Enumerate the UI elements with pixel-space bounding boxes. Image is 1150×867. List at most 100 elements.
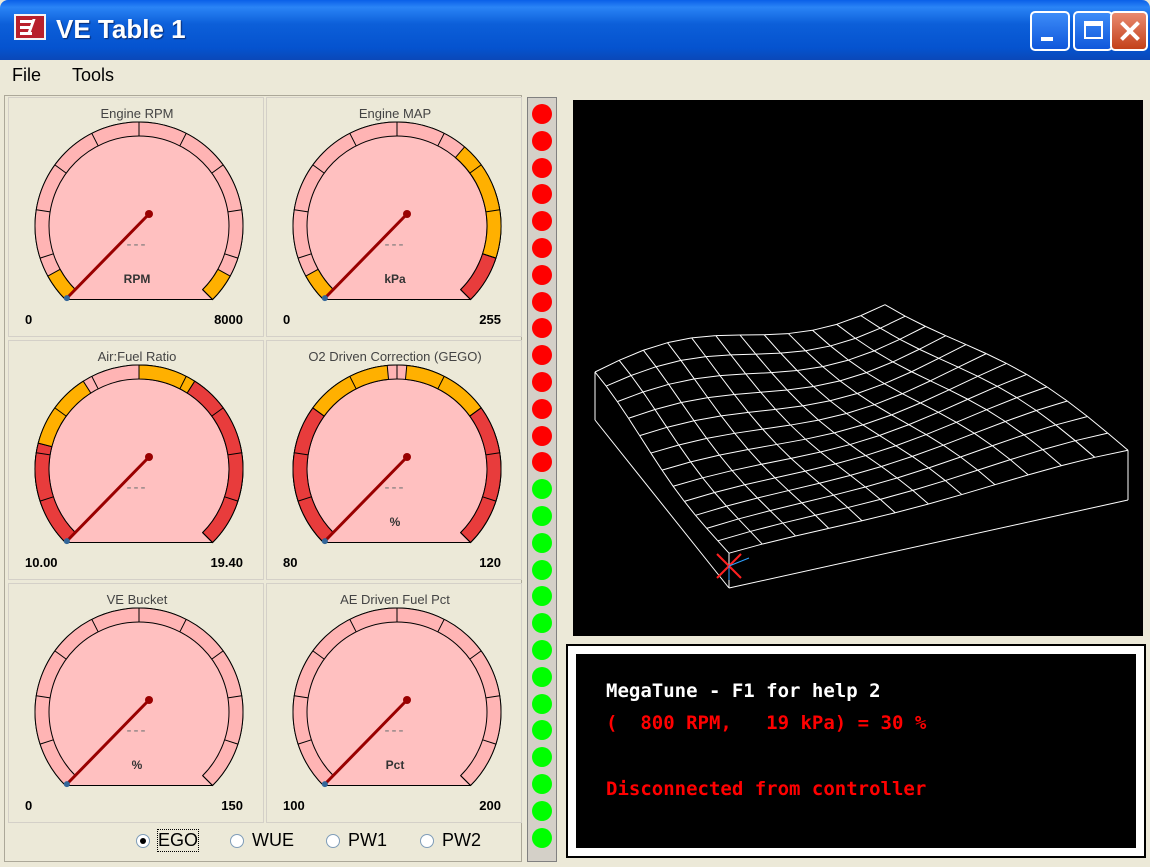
- mesh-line: [928, 456, 961, 469]
- mesh-line: [866, 372, 885, 385]
- mesh-line: [695, 515, 708, 529]
- radio-wue-label[interactable]: WUE: [252, 830, 294, 851]
- mesh-line: [654, 409, 668, 428]
- mesh-line: [848, 350, 875, 361]
- mesh-line: [822, 359, 849, 368]
- mesh-line: [912, 455, 930, 469]
- mesh-line: [761, 463, 776, 479]
- led-green: [532, 827, 552, 848]
- mesh-line: [908, 424, 927, 435]
- mesh-line: [681, 397, 708, 404]
- mesh-line: [616, 401, 629, 419]
- led-green: [532, 479, 552, 500]
- radio-pw2-label[interactable]: PW2: [442, 830, 481, 851]
- led-red: [532, 184, 552, 205]
- mesh-line: [850, 466, 882, 476]
- gauge-units: Pct: [385, 758, 405, 772]
- ve-mesh[interactable]: [573, 100, 1143, 636]
- mesh-line: [744, 484, 758, 499]
- mesh-line: [986, 397, 1017, 411]
- console-panel: MegaTune - F1 for help 2 ( 800 RPM, 19 k…: [566, 644, 1146, 858]
- mesh-line: [673, 477, 703, 487]
- mesh-line: [860, 304, 886, 317]
- gauge-max: 150: [221, 798, 243, 813]
- led-green: [532, 532, 552, 553]
- mesh-line: [912, 480, 946, 491]
- mesh-line: [881, 455, 913, 467]
- ve-3d-plot[interactable]: [573, 100, 1143, 636]
- mesh-line: [726, 505, 739, 520]
- mesh-line: [896, 467, 929, 479]
- led-red: [532, 264, 552, 285]
- mesh-line: [721, 411, 749, 417]
- mesh-line: [1061, 456, 1095, 467]
- menu-file[interactable]: File: [12, 65, 41, 86]
- gauge-5: VE Bucket ---% 0 150: [8, 583, 264, 823]
- mesh-line: [734, 391, 761, 395]
- gauge-title: Engine RPM: [100, 106, 174, 121]
- mesh-line: [757, 497, 771, 511]
- mesh-line: [884, 383, 903, 395]
- menu-tools[interactable]: Tools: [72, 65, 114, 86]
- mesh-line: [707, 397, 722, 417]
- mesh-line: [639, 435, 652, 454]
- radio-pw2-dot[interactable]: [420, 834, 434, 848]
- console-screen: MegaTune - F1 for help 2 ( 800 RPM, 19 k…: [574, 652, 1138, 850]
- minimize-button[interactable]: [1030, 11, 1070, 51]
- mesh-line: [730, 354, 747, 375]
- mesh-line: [706, 518, 739, 529]
- gauge-needle-tip: [403, 696, 411, 704]
- maximize-button[interactable]: [1073, 11, 1113, 51]
- mesh-line: [642, 383, 669, 393]
- mesh-line: [805, 345, 831, 352]
- mesh-line: [881, 466, 898, 479]
- mesh-line: [739, 334, 757, 355]
- mesh-line: [594, 359, 620, 373]
- mesh-line: [920, 402, 939, 413]
- radio-ego-label[interactable]: EGO: [156, 829, 200, 852]
- mesh-line: [618, 349, 644, 361]
- led-green: [532, 559, 552, 580]
- mesh-line: [594, 371, 607, 387]
- mesh-line: [861, 512, 896, 522]
- radio-pw1-dot[interactable]: [326, 834, 340, 848]
- mesh-line: [1026, 373, 1048, 388]
- app-icon[interactable]: [14, 14, 46, 40]
- mesh-line: [977, 469, 996, 486]
- close-button[interactable]: [1110, 11, 1148, 51]
- mesh-line: [774, 477, 789, 491]
- mesh-line: [880, 489, 913, 500]
- led-green: [532, 720, 552, 741]
- radio-wue-dot[interactable]: [230, 834, 244, 848]
- gauge-dial: [292, 607, 502, 788]
- mesh-line: [880, 327, 901, 340]
- radio-pw1-label[interactable]: PW1: [348, 830, 387, 851]
- gauge-value: ---: [384, 479, 406, 496]
- console-line-1: MegaTune - F1 for help 2: [606, 680, 881, 702]
- mesh-line: [1087, 416, 1109, 434]
- mesh-line: [667, 342, 682, 361]
- console-line-2: ( 800 RPM, 19 kPa) = 30 %: [606, 712, 927, 734]
- mesh-line: [820, 444, 851, 453]
- led-green: [532, 640, 552, 660]
- mesh-line: [717, 540, 730, 554]
- mesh-line: [719, 375, 735, 395]
- mesh-line: [780, 350, 806, 354]
- mesh-line: [945, 469, 978, 482]
- mesh-line: [829, 400, 847, 414]
- mesh-line: [747, 449, 762, 465]
- mesh-line: [873, 338, 901, 352]
- mesh-line: [702, 470, 733, 479]
- radio-ego-dot[interactable]: [136, 834, 150, 848]
- mesh-line: [820, 451, 836, 465]
- mesh-line: [943, 432, 975, 446]
- mesh-line: [706, 528, 719, 542]
- gauge-min: 0: [25, 312, 33, 327]
- mesh-line: [795, 527, 829, 537]
- gauge-face: [34, 364, 244, 544]
- gauge-value: ---: [126, 236, 148, 253]
- mesh-line: [860, 315, 881, 329]
- gauge-max: 8000: [214, 312, 243, 327]
- mesh-line: [945, 335, 967, 346]
- mesh-line: [847, 498, 881, 509]
